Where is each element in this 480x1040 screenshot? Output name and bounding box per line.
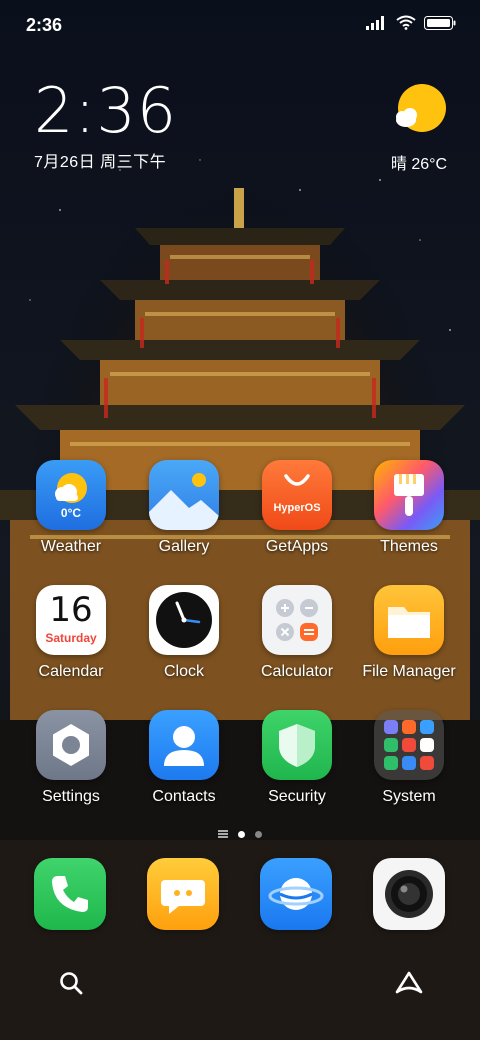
app-file-manager[interactable]: File Manager (359, 585, 459, 681)
app-folder-system[interactable]: System (359, 710, 459, 806)
camera-app-icon (373, 858, 445, 930)
app-label: Clock (163, 663, 204, 680)
app-label: File Manager (362, 663, 456, 680)
weather-app-icon: 0°C (36, 460, 106, 530)
clock-widget-date: 7月26日 周三下午 (34, 154, 167, 171)
themes-app-icon (374, 460, 444, 530)
camera-lens-icon (385, 870, 433, 918)
security-app-icon (262, 710, 332, 780)
signal-icon (366, 15, 384, 30)
paintbrush-icon (394, 474, 424, 516)
app-security[interactable]: Security (247, 710, 347, 806)
app-label: Calculator (260, 663, 334, 680)
app-settings[interactable]: Settings (21, 710, 121, 806)
getapps-app-icon: HyperOS (262, 460, 332, 530)
app-label: Settings (42, 788, 100, 805)
weather-app-temp: 0°C (60, 506, 82, 520)
bag-icon (284, 474, 310, 486)
app-getapps[interactable]: HyperOS GetApps (247, 460, 347, 556)
dock-messaging[interactable] (133, 858, 233, 930)
dock-camera[interactable] (359, 858, 459, 930)
file-manager-app-icon (374, 585, 444, 655)
planet-icon (268, 878, 324, 910)
person-icon (164, 726, 204, 766)
calendar-app-icon: 16 Saturday (36, 585, 106, 655)
folder-grid-icon (384, 720, 434, 770)
messaging-app-icon (147, 858, 219, 930)
app-label: System (382, 788, 436, 805)
app-themes[interactable]: Themes (359, 460, 459, 556)
status-time: 2:36 (26, 15, 63, 35)
chat-bubble-icon (161, 880, 205, 914)
app-label: Calendar (38, 663, 104, 680)
app-label: Gallery (158, 538, 210, 555)
app-calendar[interactable]: 16 Saturday Calendar (21, 585, 121, 681)
analog-clock-icon (156, 592, 212, 648)
assistant-icon (395, 971, 423, 994)
battery-icon (424, 15, 456, 30)
settings-app-icon (36, 710, 106, 780)
dock-browser[interactable] (246, 858, 346, 930)
app-label: GetApps (265, 538, 329, 555)
status-icons (366, 15, 456, 30)
clock-widget[interactable]: 2:36 7月26日 周三下午 (34, 80, 177, 172)
status-bar: 2:36 (0, 0, 480, 50)
calendar-day: 16 (49, 590, 93, 630)
menu-icon[interactable] (218, 830, 228, 838)
wifi-icon (396, 15, 416, 30)
app-contacts[interactable]: Contacts (134, 710, 234, 806)
calendar-weekday: Saturday (45, 631, 97, 645)
mountain-icon (149, 473, 219, 530)
app-label: Contacts (152, 788, 216, 805)
gear-icon (53, 724, 89, 766)
app-label: Weather (40, 538, 102, 555)
browser-app-icon (260, 858, 332, 930)
assistant-button[interactable] (384, 958, 434, 1008)
clock-app-icon (149, 585, 219, 655)
folder-icon (388, 607, 430, 638)
system-folder-icon (374, 710, 444, 780)
dock-phone[interactable] (20, 858, 120, 930)
app-calculator[interactable]: Calculator (247, 585, 347, 681)
app-weather[interactable]: 0°C Weather (21, 460, 121, 556)
contacts-app-icon (149, 710, 219, 780)
calculator-icon (276, 599, 318, 641)
page-dot[interactable] (255, 830, 262, 838)
search-icon (60, 972, 83, 995)
gallery-app-icon (149, 460, 219, 530)
app-label: Security (268, 788, 326, 805)
clock-widget-time: 2:36 (34, 74, 178, 147)
page-indicator[interactable] (190, 824, 290, 844)
weather-widget[interactable]: 晴 26°C (384, 82, 454, 174)
weather-widget-text: 晴 26°C (390, 156, 448, 173)
app-label: Themes (380, 538, 438, 555)
app-clock[interactable]: Clock (134, 585, 234, 681)
app-gallery[interactable]: Gallery (134, 460, 234, 556)
calculator-app-icon (262, 585, 332, 655)
page-dot-active[interactable] (238, 830, 245, 838)
phone-app-icon (34, 858, 106, 930)
shield-icon (279, 724, 315, 767)
search-button[interactable] (46, 958, 96, 1008)
phone-handset-icon (52, 876, 88, 912)
sun-cloud-icon (396, 84, 446, 132)
getapps-brand: HyperOS (273, 502, 321, 514)
